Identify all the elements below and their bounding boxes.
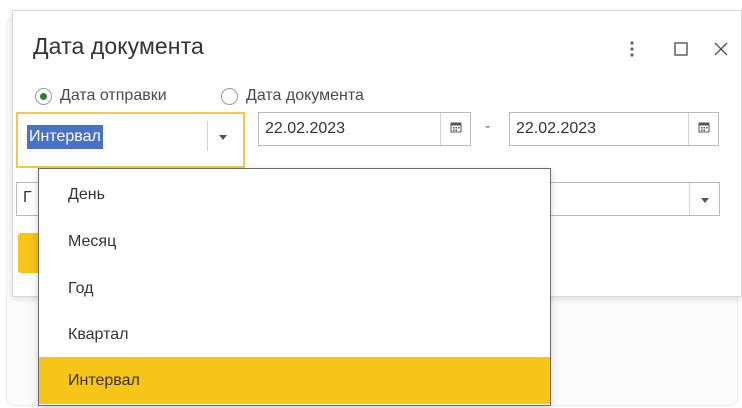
maximize-icon[interactable] bbox=[669, 37, 693, 61]
dropdown-item-quarter[interactable]: Квартал bbox=[39, 311, 550, 358]
primary-button[interactable] bbox=[18, 233, 38, 273]
dropdown-item-day[interactable]: День bbox=[39, 171, 550, 218]
dialog-title: Дата документа bbox=[33, 33, 204, 59]
period-dropdown-list: День Месяц Год Квартал Интервал bbox=[38, 168, 551, 406]
radio-checked-icon bbox=[35, 87, 52, 105]
calendar-icon bbox=[450, 120, 462, 138]
dropdown-item-month[interactable]: Месяц bbox=[39, 218, 550, 265]
close-icon[interactable] bbox=[709, 37, 733, 61]
radio-document-date-label: Дата документа bbox=[246, 87, 364, 104]
screen: Дата документа Дата отправки Дата докуме… bbox=[0, 0, 742, 408]
date-from-value[interactable]: 22.02.2023 bbox=[265, 120, 345, 138]
period-dropdown-button[interactable] bbox=[207, 121, 237, 151]
date-to-calendar-button[interactable] bbox=[688, 113, 718, 145]
more-vertical-icon[interactable] bbox=[620, 37, 644, 61]
date-from-calendar-button[interactable] bbox=[440, 113, 470, 145]
period-select[interactable]: Интервал bbox=[16, 112, 245, 168]
radio-unchecked-icon bbox=[221, 87, 238, 105]
dropdown-item-interval[interactable]: Интервал bbox=[39, 357, 550, 404]
second-row-select[interactable] bbox=[548, 182, 720, 216]
date-from-field[interactable]: 22.02.2023 bbox=[258, 112, 471, 146]
dropdown-item-year[interactable]: Год bbox=[39, 265, 550, 312]
radio-document-date[interactable]: Дата документа bbox=[221, 87, 364, 105]
chevron-down-icon bbox=[218, 127, 227, 145]
second-row-dropdown-button[interactable] bbox=[689, 183, 719, 215]
calendar-icon bbox=[698, 120, 710, 138]
date-to-field[interactable]: 22.02.2023 bbox=[509, 112, 719, 146]
chevron-down-icon bbox=[700, 190, 709, 208]
radio-send-date[interactable]: Дата отправки bbox=[35, 87, 167, 105]
radio-send-date-label: Дата отправки bbox=[60, 87, 167, 104]
date-to-value[interactable]: 22.02.2023 bbox=[516, 120, 596, 138]
second-row-field-label: Г bbox=[16, 182, 40, 216]
period-select-value[interactable]: Интервал bbox=[27, 125, 103, 149]
date-range-separator: - bbox=[485, 118, 491, 135]
